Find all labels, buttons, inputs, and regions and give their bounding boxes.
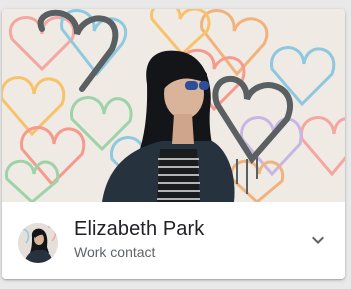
contact-name: Elizabeth Park [74,218,205,240]
contact-hero-photo [2,9,345,202]
contact-footer: Elizabeth Park Work contact [2,202,345,279]
expand-button[interactable] [302,224,334,256]
avatar-image [18,223,58,263]
contact-subtitle: Work contact [74,244,156,260]
avatar [18,223,58,263]
chevron-down-icon [312,236,324,244]
hero-image [2,9,345,202]
contact-card[interactable]: Elizabeth Park Work contact [2,9,345,279]
